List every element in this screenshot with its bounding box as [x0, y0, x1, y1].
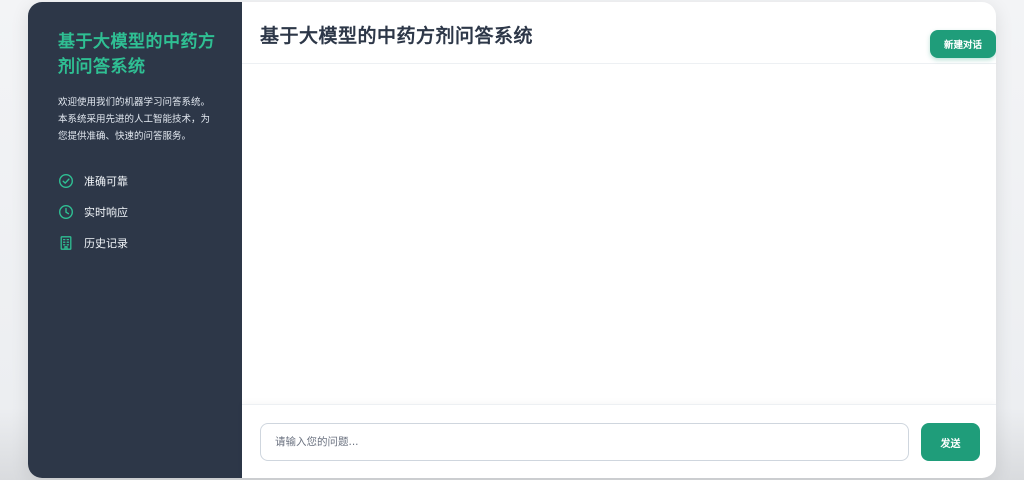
feature-label: 准确可靠: [84, 174, 128, 188]
question-input[interactable]: [260, 423, 909, 461]
feature-label: 历史记录: [84, 236, 128, 250]
new-chat-button[interactable]: 新建对话: [929, 30, 996, 58]
feature-item-accurate: 准确可靠: [58, 165, 216, 196]
app-window: 基于大模型的中药方剂问答系统 欢迎使用我们的机器学习问答系统。本系统采用先进的人…: [28, 2, 996, 478]
message-area[interactable]: [242, 64, 996, 404]
feature-item-realtime: 实时响应: [58, 196, 216, 227]
feature-list: 准确可靠 实时响应 历史记录: [58, 165, 216, 258]
feature-label: 实时响应: [84, 205, 128, 219]
sidebar: 基于大模型的中药方剂问答系统 欢迎使用我们的机器学习问答系统。本系统采用先进的人…: [28, 2, 242, 478]
chat-main: 基于大模型的中药方剂问答系统 新建对话 发送: [242, 2, 996, 478]
page-title: 基于大模型的中药方剂问答系统: [260, 25, 534, 47]
send-button[interactable]: 发送: [921, 423, 980, 461]
feature-item-history: 历史记录: [58, 227, 216, 258]
sidebar-title: 基于大模型的中药方剂问答系统: [58, 32, 216, 77]
sidebar-description: 欢迎使用我们的机器学习问答系统。本系统采用先进的人工智能技术，为您提供准确、快速…: [58, 97, 211, 142]
check-circle-icon: [58, 173, 74, 189]
building-icon: [58, 235, 74, 251]
clock-icon: [58, 204, 74, 220]
chat-header: 基于大模型的中药方剂问答系统 新建对话: [242, 2, 996, 64]
composer: 发送: [242, 404, 996, 478]
